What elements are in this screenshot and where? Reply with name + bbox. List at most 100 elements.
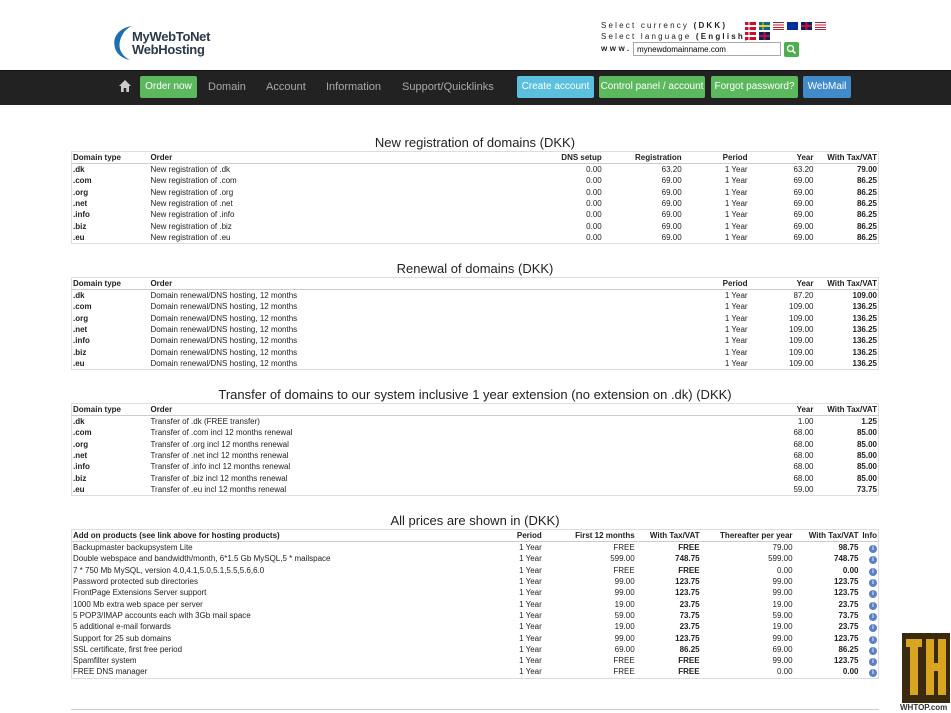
info-icon[interactable]: i <box>869 601 877 610</box>
home-icon[interactable] <box>118 79 132 93</box>
table-cell: 0.00 <box>776 565 793 575</box>
info-icon[interactable]: i <box>869 545 877 554</box>
table-cell: 1 Year <box>724 165 748 175</box>
table-cell: SSL certificate, first free period <box>73 644 183 654</box>
col-header: Year <box>796 279 814 288</box>
table-cell: 68.00 <box>793 428 814 438</box>
table-cell: 73.75 <box>838 610 859 620</box>
info-icon[interactable]: i <box>869 669 877 678</box>
info-icon[interactable]: i <box>869 612 877 621</box>
nav-domain[interactable]: Domain <box>208 76 246 98</box>
table-cell: 109.00 <box>789 347 814 357</box>
info-icon[interactable]: i <box>869 567 877 576</box>
sweden-flag-icon[interactable] <box>759 22 770 30</box>
table-cell: Domain renewal/DNS hosting, 12 months <box>150 347 298 357</box>
table-cell: 69.00 <box>661 221 682 231</box>
info-icon[interactable]: i <box>869 556 877 565</box>
table-cell: FREE <box>613 667 635 677</box>
registration-table: Domain type Order DNS setup Registration… <box>71 151 879 245</box>
info-icon[interactable]: i <box>869 624 877 633</box>
domain-search-button[interactable] <box>784 42 799 57</box>
table-cell: 109.00 <box>789 302 814 312</box>
table-header-row: Domain type Order DNS setup Registration… <box>71 152 879 164</box>
table-cell: 136.25 <box>852 336 877 346</box>
table-cell: 63.20 <box>793 165 814 175</box>
order-now-button[interactable]: Order now <box>140 76 197 98</box>
control-panel-button[interactable]: Control panel / account <box>599 76 705 98</box>
table-row: .org Domain renewal/DNS hosting, 12 month… <box>72 313 879 324</box>
table-cell: 59.00 <box>772 610 793 620</box>
nav-support-quicklinks[interactable]: Support/Quicklinks <box>402 76 494 98</box>
table-cell: 0.00 <box>586 221 602 231</box>
table-cell: 109.00 <box>789 313 814 323</box>
table-cell: .info <box>73 462 90 472</box>
table-cell: 19.00 <box>772 622 793 632</box>
col-header: With Tax/VAT <box>649 531 700 540</box>
table-row: 1000 Mb extra web space per server 1 Year… <box>72 598 879 610</box>
currency-flags <box>745 22 826 30</box>
info-cell: i <box>859 666 878 678</box>
site-logo[interactable]: MyWebToNet WebHosting <box>110 22 220 62</box>
webmail-button[interactable]: WebMail <box>803 76 851 98</box>
table-cell: .org <box>73 313 89 323</box>
uk-flag-icon[interactable] <box>801 22 812 30</box>
col-header: Domain type <box>73 405 122 414</box>
table-row: .net New registration of .net 0.00 69.00 1 Y… <box>72 198 879 209</box>
table-cell: 748.75 <box>834 554 859 564</box>
site-header: MyWebToNet WebHosting Select currency (D… <box>0 0 951 68</box>
table-row: .net Transfer of .net incl 12 months rene… <box>72 450 879 461</box>
info-icon[interactable]: i <box>869 635 877 644</box>
table-cell: 599.00 <box>610 554 635 564</box>
nav-account[interactable]: Account <box>266 76 306 98</box>
language-selector[interactable]: Select language (English) <box>601 32 750 41</box>
table-cell: 123.75 <box>834 656 859 666</box>
currency-selector[interactable]: Select currency (DKK) <box>601 21 727 30</box>
table-cell: Domain renewal/DNS hosting, 12 months <box>150 358 298 368</box>
table-cell: New registration of .eu <box>150 232 231 242</box>
table-cell: 123.75 <box>834 633 859 643</box>
table-cell: 69.00 <box>793 199 814 209</box>
uk-flag-icon[interactable] <box>759 32 770 40</box>
domain-search-input[interactable] <box>633 42 781 56</box>
table-cell: 86.25 <box>856 232 877 242</box>
eu-flag-icon[interactable] <box>787 22 798 30</box>
table-cell: 1 Year <box>519 599 542 609</box>
denmark-flag-icon[interactable] <box>745 22 756 30</box>
table-cell: 86.25 <box>856 221 877 231</box>
table-row: 5 POP3/IMAP accounts each with 3Gb mail … <box>72 610 879 621</box>
table-cell: .net <box>73 451 88 461</box>
table-cell: 69.00 <box>661 176 682 186</box>
table-cell: .com <box>73 302 92 312</box>
table-cell: .com <box>73 176 92 186</box>
usa-flag-icon[interactable] <box>773 22 784 30</box>
table-cell: Spamfilter system <box>73 656 137 666</box>
info-icon[interactable]: i <box>869 658 877 667</box>
col-header: Domain type <box>73 279 122 288</box>
table-cell: .biz <box>73 221 87 231</box>
info-icon[interactable]: i <box>869 646 877 655</box>
table-cell: 69.00 <box>793 176 814 186</box>
denmark-flag-icon[interactable] <box>745 32 756 40</box>
info-icon[interactable]: i <box>869 590 877 599</box>
table-cell: New registration of .com <box>150 176 237 186</box>
table-cell: 1 Year <box>724 232 748 242</box>
table-cell: Domain renewal/DNS hosting, 12 months <box>150 291 298 301</box>
main-navbar: Order now Domain Account Information Sup… <box>0 70 951 105</box>
table-cell: 85.00 <box>856 473 877 483</box>
usa-flag-icon[interactable] <box>815 22 826 30</box>
table-cell: 0.00 <box>586 187 602 197</box>
info-cell: i <box>859 610 878 621</box>
table-cell: 86.25 <box>838 644 859 654</box>
table-row: 5 additional e-mail forwards 1 Year 19.00 2… <box>72 621 879 633</box>
table-row: SSL certificate, first free period 1 Year… <box>72 644 879 655</box>
forgot-password-button[interactable]: Forgot password? <box>711 76 798 98</box>
info-cell: i <box>859 542 878 554</box>
table-cell: 99.00 <box>772 588 793 598</box>
info-icon[interactable]: i <box>869 579 877 588</box>
table-cell: 0.00 <box>842 565 859 575</box>
table-cell: 109.00 <box>789 325 814 335</box>
nav-information[interactable]: Information <box>326 76 381 98</box>
watermark-text: WHTOP.com <box>900 703 948 712</box>
create-account-button[interactable]: Create account <box>517 76 594 98</box>
table-cell: 99.00 <box>614 577 635 587</box>
